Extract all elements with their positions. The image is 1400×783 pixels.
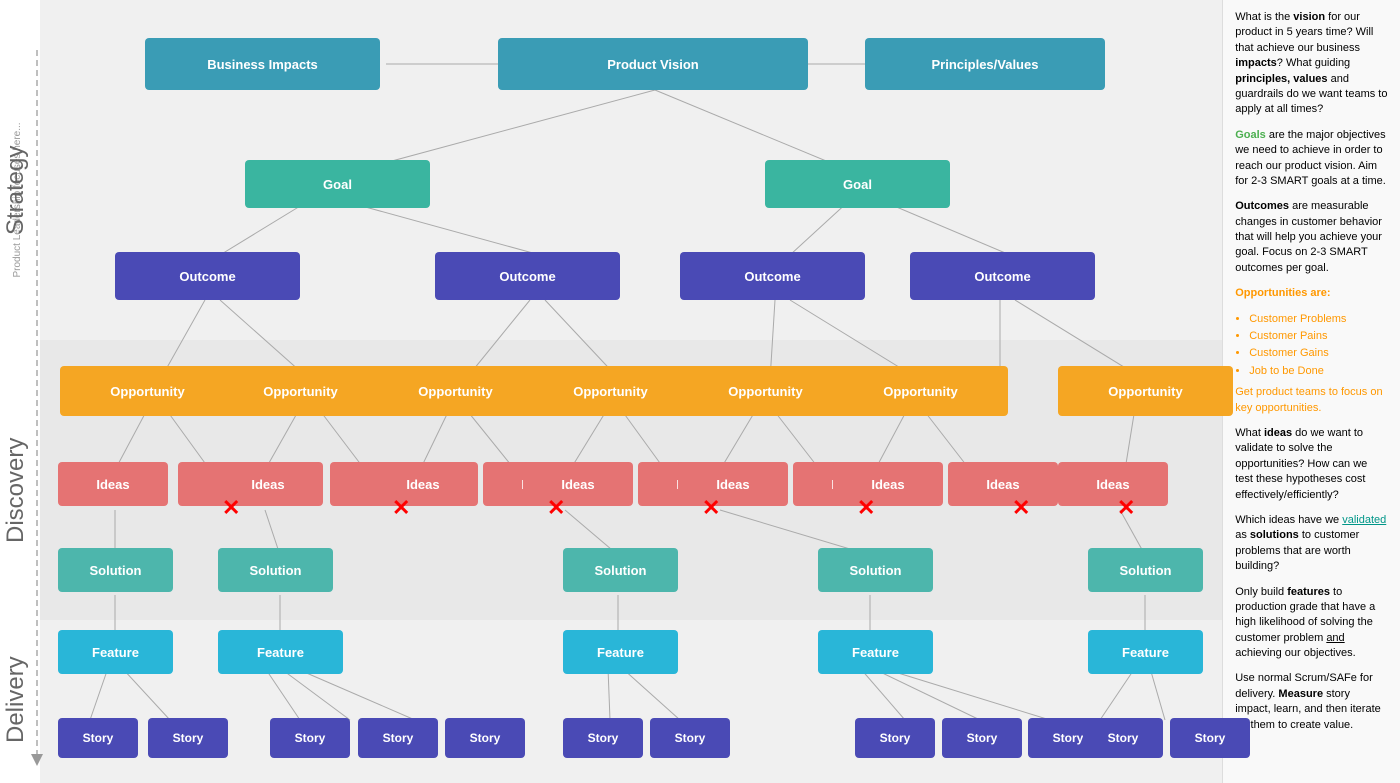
story-8-box: Story [855, 718, 935, 758]
rejected-x-1: ✕ [222, 495, 240, 521]
ideas-7-box: Ideas [523, 462, 633, 506]
story-3-box: Story [270, 718, 350, 758]
story-7-box: Story [650, 718, 730, 758]
story-1-box: Story [58, 718, 138, 758]
feature-3-box: Feature [563, 630, 678, 674]
discovery-label: Discovery [2, 380, 30, 600]
solution-4-box: Solution [818, 548, 933, 592]
opportunity-2-box: Opportunity [213, 366, 388, 416]
rejected-x-5: ✕ [857, 495, 875, 521]
solution-3-box: Solution [563, 548, 678, 592]
outcome-4-box: Outcome [910, 252, 1095, 300]
outcome-3-box: Outcome [680, 252, 865, 300]
ideas-5-box: Ideas [368, 462, 478, 506]
story-9-box: Story [942, 718, 1022, 758]
business-impacts-box: Business Impacts [145, 38, 380, 90]
delivery-label: Delivery [2, 630, 30, 770]
story-2-box: Story [148, 718, 228, 758]
opportunity-5-box: Opportunity [678, 366, 853, 416]
opportunity-1-box: Opportunity [60, 366, 235, 416]
solution-2-box: Solution [218, 548, 333, 592]
canvas: Product Leadership focuses here... [0, 0, 1222, 783]
product-vision-box: Product Vision [498, 38, 808, 90]
story-5-box: Story [445, 718, 525, 758]
feature-2-box: Feature [218, 630, 343, 674]
opportunities-paragraph: Opportunities are: [1235, 286, 1388, 301]
goal-1-box: Goal [245, 160, 430, 208]
feature-4-box: Feature [818, 630, 933, 674]
outcomes-paragraph: Outcomes are measurable changes in custo… [1235, 199, 1388, 276]
strategy-label: Strategy [2, 80, 30, 300]
feature-1-box: Feature [58, 630, 173, 674]
opportunity-3-box: Opportunity [368, 366, 543, 416]
sidebar: What is the vision for our product in 5 … [1222, 0, 1400, 783]
outcome-1-box: Outcome [115, 252, 300, 300]
ideas-12-box: Ideas [948, 462, 1058, 506]
story-11-box: Story [1083, 718, 1163, 758]
ideas-9-box: Ideas [678, 462, 788, 506]
rejected-x-3: ✕ [547, 495, 565, 521]
rejected-x-2: ✕ [392, 495, 410, 521]
feature-5-box: Feature [1088, 630, 1203, 674]
ideas-1-box: Ideas [58, 462, 168, 506]
story-4-box: Story [358, 718, 438, 758]
opportunity-7-box: Opportunity [1058, 366, 1233, 416]
goals-paragraph: Goals are the major objectives we need t… [1235, 128, 1388, 190]
story-12-box: Story [1170, 718, 1250, 758]
features-paragraph: Only build features to production grade … [1235, 585, 1388, 662]
ideas-11-box: Ideas [833, 462, 943, 506]
story-6-box: Story [563, 718, 643, 758]
opportunity-6-box: Opportunity [833, 366, 1008, 416]
rejected-x-4: ✕ [702, 495, 720, 521]
solutions-paragraph: Which ideas have we validated as solutio… [1235, 513, 1388, 575]
ideas-paragraph: What ideas do we want to validate to sol… [1235, 426, 1388, 503]
solution-1-box: Solution [58, 548, 173, 592]
solution-5-box: Solution [1088, 548, 1203, 592]
opportunity-4-box: Opportunity [523, 366, 698, 416]
vision-paragraph: What is the vision for our product in 5 … [1235, 10, 1388, 118]
rejected-x-6: ✕ [1012, 495, 1030, 521]
principles-values-box: Principles/Values [865, 38, 1105, 90]
stories-paragraph: Use normal Scrum/SAFe for delivery. Meas… [1235, 671, 1388, 733]
goal-2-box: Goal [765, 160, 950, 208]
outcome-2-box: Outcome [435, 252, 620, 300]
ideas-13-box: Ideas [1058, 462, 1168, 506]
rejected-x-7: ✕ [1117, 495, 1135, 521]
